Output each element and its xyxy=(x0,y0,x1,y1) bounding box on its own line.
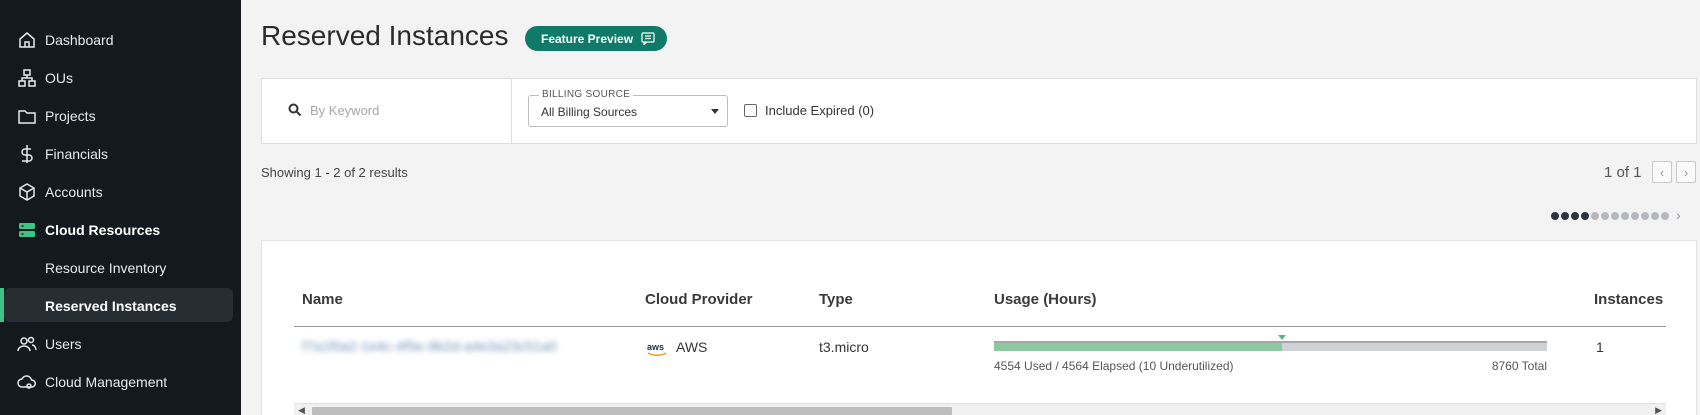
instance-name-link[interactable]: f7a1f0a2-1e4c-4f5e-9b2d-a4e3a23c51a0 xyxy=(302,338,557,354)
scroll-dot[interactable] xyxy=(1651,212,1659,220)
scroll-dot[interactable] xyxy=(1571,212,1579,220)
page-title: Reserved Instances xyxy=(261,20,509,51)
dollar-icon xyxy=(21,145,33,163)
sidebar-subitem-label: Resource Inventory xyxy=(45,260,167,276)
search-icon xyxy=(288,103,302,117)
next-page-button[interactable]: › xyxy=(1676,161,1696,183)
sidebar-item-cloud-resources[interactable]: Cloud Resources xyxy=(0,212,241,246)
cloud-gear-icon xyxy=(17,375,36,389)
sidebar-item-label: OUs xyxy=(45,70,73,86)
svg-text:aws: aws xyxy=(647,342,664,352)
sidebar-item-dashboard[interactable]: Dashboard xyxy=(0,22,241,56)
column-scroll-dots xyxy=(1551,212,1669,220)
sidebar-item-label: Accounts xyxy=(45,184,103,200)
folder-icon xyxy=(18,110,36,124)
scroll-dot[interactable] xyxy=(1631,212,1639,220)
billing-source-select[interactable]: BILLING SOURCE All Billing Sources xyxy=(528,89,728,127)
scrollbar-thumb[interactable] xyxy=(312,407,952,415)
usage-bar-fill xyxy=(994,343,1282,351)
prev-page-button[interactable]: ‹ xyxy=(1652,161,1672,183)
scroll-dot[interactable] xyxy=(1581,212,1589,220)
sidebar-item-users[interactable]: Users xyxy=(0,326,241,360)
include-expired-label: Include Expired (0) xyxy=(765,103,875,118)
sidebar-item-label: Financials xyxy=(45,146,109,162)
filter-bar: BILLING SOURCE All Billing Sources Inclu… xyxy=(261,78,1697,144)
column-header-usage[interactable]: Usage (Hours) xyxy=(994,291,1097,308)
scroll-dot[interactable] xyxy=(1591,212,1599,220)
cube-icon xyxy=(19,183,35,201)
column-header-name[interactable]: Name xyxy=(302,291,343,308)
column-header-instances[interactable]: Instances xyxy=(1594,291,1663,308)
search-input[interactable] xyxy=(310,100,500,120)
billing-source-value: All Billing Sources xyxy=(541,105,638,119)
badge-label: Feature Preview xyxy=(541,31,634,46)
search-box xyxy=(262,79,512,143)
scroll-dot[interactable] xyxy=(1621,212,1629,220)
include-expired-checkbox[interactable] xyxy=(744,104,757,117)
sidebar-item-label: Users xyxy=(45,336,82,352)
sidebar-item-accounts[interactable]: Accounts xyxy=(0,174,241,208)
aws-logo-icon: aws xyxy=(647,342,667,356)
scroll-dot[interactable] xyxy=(1551,212,1559,220)
sidebar-subitem-label: Reserved Instances xyxy=(45,298,177,314)
usage-bar xyxy=(994,335,1547,351)
home-icon xyxy=(19,32,35,48)
chat-icon xyxy=(641,32,655,45)
scroll-right-icon[interactable]: › xyxy=(1676,207,1681,223)
sidebar-item-ous[interactable]: OUs xyxy=(0,60,241,94)
feature-preview-badge[interactable]: Feature Preview xyxy=(525,26,668,51)
instances-cell: 1 xyxy=(1596,339,1604,355)
sidebar-item-financials[interactable]: Financials xyxy=(0,136,241,170)
server-icon xyxy=(19,223,35,237)
usage-caption: 4554 Used / 4564 Elapsed (10 Underutiliz… xyxy=(994,359,1234,373)
column-header-type[interactable]: Type xyxy=(819,291,853,308)
sidebar: Dashboard OUs Projects Financials Accoun… xyxy=(0,0,241,415)
users-icon xyxy=(17,336,37,352)
scroll-dot[interactable] xyxy=(1601,212,1609,220)
sidebar-item-projects[interactable]: Projects xyxy=(0,98,241,132)
billing-source-label: BILLING SOURCE xyxy=(539,89,634,100)
type-cell: t3.micro xyxy=(819,339,869,355)
elapsed-marker xyxy=(1277,335,1286,340)
sidebar-item-cloud-management[interactable]: Cloud Management xyxy=(0,364,241,398)
header-divider xyxy=(294,326,1666,327)
org-tree-icon xyxy=(18,69,36,87)
scroll-dot[interactable] xyxy=(1561,212,1569,220)
include-expired-toggle[interactable]: Include Expired (0) xyxy=(744,103,874,118)
sidebar-subitem-resource-inventory[interactable]: Resource Inventory xyxy=(0,250,241,284)
scroll-dot[interactable] xyxy=(1641,212,1649,220)
usage-total: 8760 Total xyxy=(1491,359,1547,373)
chevron-down-icon xyxy=(711,109,719,114)
scroll-right-arrow-icon[interactable]: ▶ xyxy=(1655,405,1662,415)
scroll-left-icon[interactable]: ◀ xyxy=(298,405,305,415)
column-header-cloud-provider[interactable]: Cloud Provider xyxy=(645,291,753,308)
sidebar-item-label: Cloud Resources xyxy=(45,222,161,238)
sidebar-item-label: Projects xyxy=(45,108,96,124)
sidebar-subitem-reserved-instances[interactable]: Reserved Instances xyxy=(4,288,233,322)
sidebar-item-label: Cloud Management xyxy=(45,374,168,390)
cloud-provider-cell: AWS xyxy=(676,339,708,355)
sidebar-item-label: Dashboard xyxy=(45,32,114,48)
reserved-instances-table: Name Cloud Provider Type Usage (Hours) I… xyxy=(261,240,1697,415)
results-count: Showing 1 - 2 of 2 results xyxy=(261,165,408,180)
scroll-dot[interactable] xyxy=(1611,212,1619,220)
scroll-dot[interactable] xyxy=(1661,212,1669,220)
page-indicator: 1 of 1 xyxy=(1604,164,1642,181)
horizontal-scrollbar[interactable]: ◀ ▶ xyxy=(294,403,1666,415)
